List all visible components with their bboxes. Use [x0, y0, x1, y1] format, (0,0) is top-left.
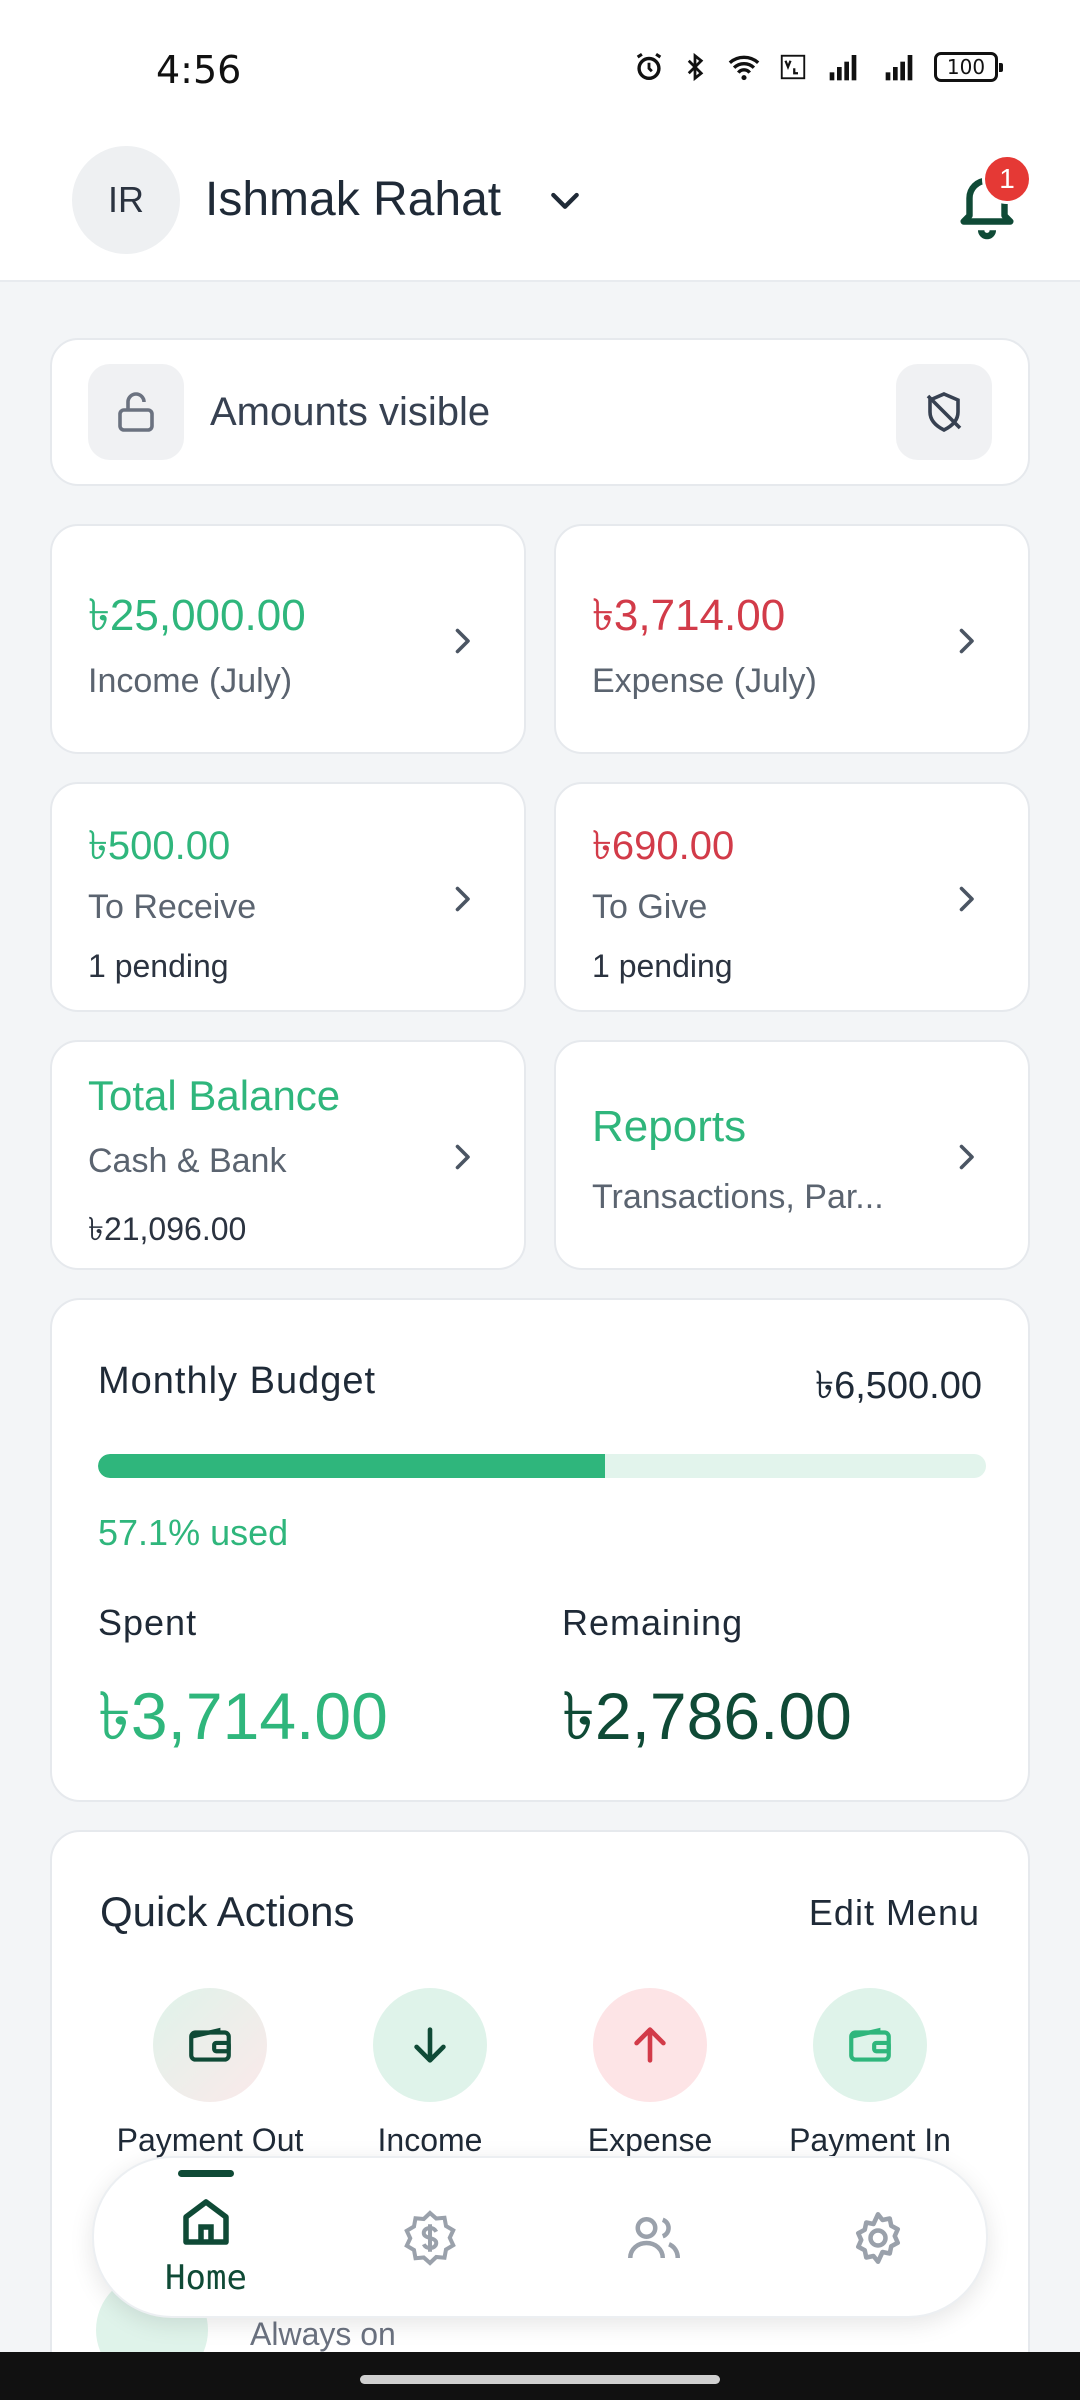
chevron-down-icon[interactable]	[545, 180, 585, 220]
notification-badge: 1	[982, 154, 1032, 204]
dollar-icon	[404, 2210, 456, 2266]
budget-progress-fill	[98, 1454, 606, 1478]
reports-label: Transactions, Par...	[592, 1178, 884, 1216]
nav-home-label: Home	[165, 2258, 247, 2298]
quick-action-label: Expense	[587, 2122, 713, 2158]
quick-action-label: Income	[377, 2122, 483, 2158]
nav-home[interactable]: Home	[94, 2158, 318, 2320]
monthly-budget-card[interactable]: Monthly Budget ৳6,500.00 57.1% used Spen…	[50, 1298, 1030, 1802]
chevron-right-icon	[455, 628, 470, 654]
quick-action-label: Payment Out	[116, 2122, 304, 2158]
income-label: Income (July)	[88, 662, 293, 700]
bluetooth-icon	[687, 52, 704, 82]
amounts-visibility-card[interactable]: Amounts visible	[50, 338, 1030, 486]
total-balance-title: Total Balance	[88, 1072, 341, 1119]
avatar[interactable]: IR	[72, 146, 180, 254]
payment-in-circle	[813, 1988, 927, 2102]
alarm-icon	[636, 52, 662, 81]
expense-circle	[593, 1988, 707, 2102]
to-give-pending: 1 pending	[592, 948, 733, 984]
home-icon	[183, 2199, 229, 2245]
quick-actions-title: Quick Actions	[100, 1888, 355, 1935]
quick-action-payment-out[interactable]: Payment Out	[100, 1988, 320, 2159]
status-time: 4:56	[156, 48, 242, 92]
budget-progress-bar	[98, 1454, 986, 1478]
quick-action-expense[interactable]: Expense	[540, 1988, 760, 2159]
budget-total: ৳6,500.00	[815, 1365, 982, 1407]
quick-action-income[interactable]: Income	[320, 1988, 540, 2159]
expense-label: Expense (July)	[592, 662, 817, 700]
budget-used-percent: 57.1% used	[98, 1512, 289, 1553]
lock-button[interactable]	[88, 364, 184, 460]
expense-amount: ৳3,714.00	[592, 591, 786, 640]
to-give-label: To Give	[592, 888, 708, 926]
chevron-right-icon	[959, 886, 974, 912]
income-card[interactable]: ৳25,000.00 Income (July)	[50, 524, 526, 754]
nav-settings[interactable]	[766, 2158, 990, 2320]
battery-icon: 100	[934, 52, 1003, 82]
to-receive-label: To Receive	[88, 888, 257, 926]
expense-card[interactable]: ৳3,714.00 Expense (July)	[554, 524, 1030, 754]
to-receive-amount: ৳500.00	[88, 824, 231, 868]
to-give-card[interactable]: ৳690.00 To Give 1 pending	[554, 782, 1030, 1012]
wallet-icon	[189, 2027, 231, 2062]
gear-icon	[856, 2212, 900, 2264]
to-give-amount: ৳690.00	[592, 824, 735, 868]
app-header: IR Ishmak Rahat 1	[0, 130, 1080, 282]
unlock-icon	[118, 392, 154, 432]
wifi-icon	[728, 55, 760, 81]
nav-transactions[interactable]	[318, 2158, 542, 2320]
chevron-right-icon	[455, 886, 470, 912]
nav-parties[interactable]	[542, 2158, 766, 2320]
signal-icon	[885, 55, 913, 81]
total-balance-card[interactable]: Total Balance Cash & Bank ৳21,096.00	[50, 1040, 526, 1270]
reports-title: Reports	[592, 1102, 747, 1151]
wallet-icon	[849, 2027, 891, 2062]
nav-active-indicator	[178, 2170, 234, 2177]
quick-action-label: Payment In	[789, 2122, 951, 2158]
spent-amount: ৳3,714.00	[98, 1679, 388, 1753]
budget-title: Monthly Budget	[98, 1360, 377, 1402]
to-receive-card[interactable]: ৳500.00 To Receive 1 pending	[50, 782, 526, 1012]
reports-card[interactable]: Reports Transactions, Par...	[554, 1040, 1030, 1270]
to-receive-pending: 1 pending	[88, 948, 229, 984]
shield-off-icon	[926, 392, 962, 433]
profile-name[interactable]: Ishmak Rahat	[205, 172, 501, 227]
arrow-up-icon	[634, 2027, 666, 2063]
chevron-right-icon	[959, 628, 974, 654]
amounts-visible-label: Amounts visible	[210, 390, 491, 434]
peek-row-subtitle: Always on	[250, 2316, 396, 2352]
payment-out-circle	[153, 1988, 267, 2102]
income-amount: ৳25,000.00	[88, 591, 306, 640]
status-bar: 4:56 100	[0, 0, 1080, 130]
app-root: 4:56 100 IR Ishmak Rahat 1 Amounts visib…	[0, 0, 1080, 2400]
remaining-label: Remaining	[562, 1602, 744, 1643]
status-icons: 100	[632, 50, 1003, 84]
home-gesture-handle[interactable]	[360, 2375, 720, 2384]
spent-label: Spent	[98, 1602, 198, 1643]
bottom-nav: Home	[92, 2156, 988, 2318]
privacy-toggle-button[interactable]	[896, 364, 992, 460]
arrow-down-icon	[414, 2027, 446, 2063]
total-balance-amount: ৳21,096.00	[88, 1211, 247, 1247]
users-icon	[628, 2217, 680, 2259]
signal-icon	[829, 55, 857, 81]
total-balance-label: Cash & Bank	[88, 1142, 287, 1180]
remaining-amount: ৳2,786.00	[562, 1679, 852, 1753]
chevron-right-icon	[959, 1144, 974, 1170]
volte-icon	[780, 54, 806, 80]
edit-menu-button[interactable]: Edit Menu	[809, 1892, 980, 1934]
chevron-right-icon	[455, 1144, 470, 1170]
quick-action-payment-in[interactable]: Payment In	[760, 1988, 980, 2159]
income-circle	[373, 1988, 487, 2102]
